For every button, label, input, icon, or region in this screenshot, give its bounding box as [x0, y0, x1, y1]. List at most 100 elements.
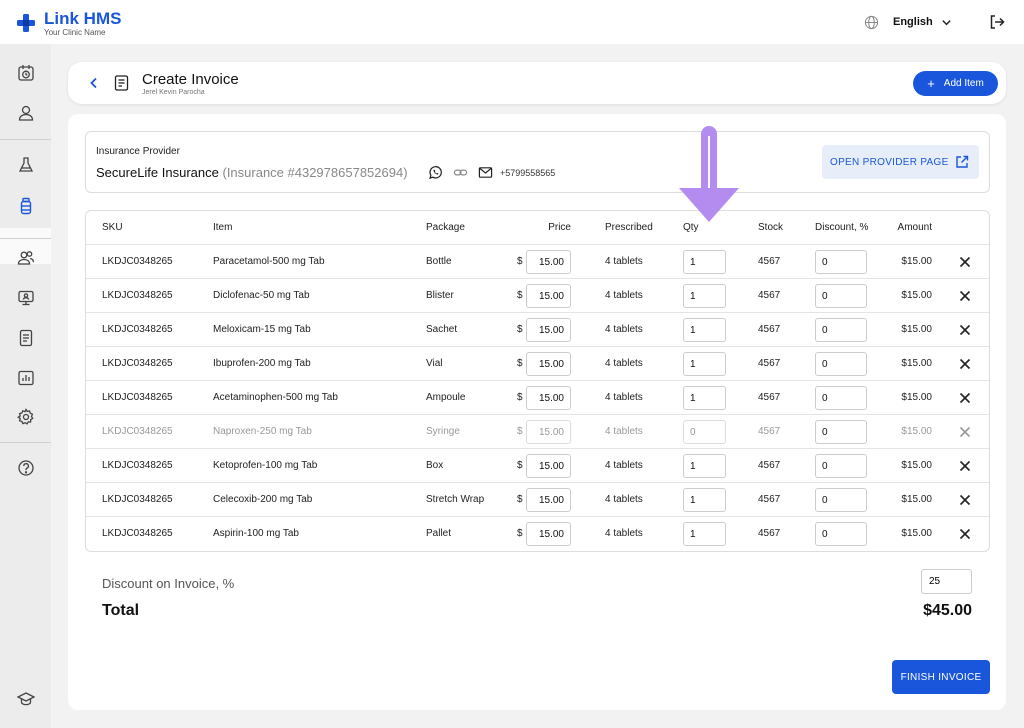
open-provider-label: OPEN PROVIDER PAGE — [830, 156, 949, 168]
users-icon[interactable] — [17, 249, 35, 267]
row-price-input[interactable] — [526, 420, 571, 444]
row-price-input[interactable] — [526, 318, 571, 342]
row-package: Box — [426, 460, 444, 471]
insurance-label: Insurance Provider — [96, 146, 180, 157]
row-qty-input[interactable] — [683, 352, 726, 376]
row-currency: $ — [517, 256, 523, 267]
row-discount-input[interactable] — [815, 284, 867, 308]
flask-icon[interactable] — [17, 156, 35, 174]
row-amount: $15.00 — [901, 392, 932, 403]
row-discount-input[interactable] — [815, 488, 867, 512]
insurance-provider-name: SecureLife Insurance — [96, 165, 219, 180]
logout-icon[interactable] — [989, 14, 1005, 30]
mail-icon[interactable] — [478, 165, 493, 180]
row-qty-input[interactable] — [683, 318, 726, 342]
row-discount-input[interactable] — [815, 522, 867, 546]
close-icon[interactable] — [959, 392, 971, 404]
row-item: Celecoxib-200 mg Tab — [213, 494, 313, 505]
row-qty-input[interactable] — [683, 488, 726, 512]
row-item: Naproxen-250 mg Tab — [213, 426, 312, 437]
row-price-input[interactable] — [526, 250, 571, 274]
column-header-amount: Amount — [897, 222, 932, 233]
invoice-discount-input[interactable] — [921, 569, 972, 594]
column-header-package: Package — [426, 222, 465, 233]
page-title: Create Invoice — [142, 71, 239, 88]
row-package: Ampoule — [426, 392, 466, 403]
row-amount: $15.00 — [901, 494, 932, 505]
row-price-input[interactable] — [526, 352, 571, 376]
row-stock: 4567 — [758, 528, 781, 539]
user-icon[interactable] — [17, 104, 35, 122]
row-qty-input[interactable] — [683, 250, 726, 274]
row-price-input[interactable] — [526, 488, 571, 512]
close-icon[interactable] — [959, 358, 971, 370]
row-discount-input[interactable] — [815, 386, 867, 410]
row-price-input[interactable] — [526, 386, 571, 410]
finish-invoice-button[interactable]: FINISH INVOICE — [892, 660, 990, 694]
insurance-provider-panel: Insurance Provider SecureLife Insurance … — [85, 131, 990, 193]
graduation-cap-icon[interactable] — [17, 690, 35, 708]
add-item-button[interactable]: + Add Item — [913, 71, 998, 96]
row-qty-input[interactable] — [683, 420, 726, 444]
row-stock: 4567 — [758, 392, 781, 403]
table-row: LKDJC0348265 Celecoxib-200 mg Tab Stretch … — [86, 483, 989, 517]
medicine-bottle-icon[interactable] — [17, 197, 35, 215]
app-logo[interactable]: Link HMS Your Clinic Name — [16, 10, 121, 37]
close-icon[interactable] — [959, 290, 971, 302]
invoice-discount-label: Discount on Invoice, % — [102, 576, 235, 591]
row-discount-input[interactable] — [815, 420, 867, 444]
app-subtitle: Your Clinic Name — [44, 28, 106, 37]
annotation-arrow-icon — [679, 126, 739, 222]
row-qty-input[interactable] — [683, 386, 726, 410]
row-discount-input[interactable] — [815, 454, 867, 478]
monitor-icon[interactable] — [17, 289, 35, 307]
table-row: LKDJC0348265 Meloxicam-15 mg Tab Sachet $4 … — [86, 313, 989, 347]
row-qty-input[interactable] — [683, 522, 726, 546]
invoice-items-table: SKU Item Package Price Prescribed Qty St… — [85, 210, 990, 552]
close-icon[interactable] — [959, 256, 971, 268]
close-icon[interactable] — [959, 528, 971, 540]
chart-icon[interactable] — [17, 369, 35, 387]
language-selector[interactable]: English — [893, 16, 933, 28]
gear-icon[interactable] — [17, 408, 35, 426]
row-price-input[interactable] — [526, 522, 571, 546]
close-icon[interactable] — [959, 324, 971, 336]
help-icon[interactable] — [17, 459, 35, 477]
row-item: Ketoprofen-100 mg Tab — [213, 460, 318, 471]
total-label: Total — [102, 602, 140, 619]
close-icon[interactable] — [959, 460, 971, 472]
globe-icon[interactable] — [864, 15, 879, 30]
row-amount: $15.00 — [901, 324, 932, 335]
row-sku: LKDJC0348265 — [102, 256, 173, 267]
row-price-input[interactable] — [526, 284, 571, 308]
document-icon[interactable] — [17, 329, 35, 347]
invoice-card: Insurance Provider SecureLife Insurance … — [68, 114, 1006, 710]
top-bar: Link HMS Your Clinic Name English — [0, 0, 1024, 44]
open-provider-page-button[interactable]: OPEN PROVIDER PAGE — [822, 145, 979, 179]
row-discount-input[interactable] — [815, 318, 867, 342]
back-chevron-icon[interactable] — [89, 77, 99, 89]
row-prescribed: 4 tablets — [605, 528, 643, 539]
row-prescribed: 4 tablets — [605, 290, 643, 301]
row-sku: LKDJC0348265 — [102, 494, 173, 505]
whatsapp-icon[interactable] — [428, 165, 443, 180]
table-row: LKDJC0348265 Ibuprofen-200 mg Tab Vial $4 t… — [86, 347, 989, 381]
row-sku: LKDJC0348265 — [102, 528, 173, 539]
row-qty-input[interactable] — [683, 454, 726, 478]
link-icon[interactable] — [453, 165, 468, 180]
table-row: LKDJC0348265 Diclofenac-50 mg Tab Blister $… — [86, 279, 989, 313]
row-item: Aspirin-100 mg Tab — [213, 528, 299, 539]
row-qty-input[interactable] — [683, 284, 726, 308]
row-discount-input[interactable] — [815, 250, 867, 274]
close-icon[interactable] — [959, 494, 971, 506]
calendar-clock-icon[interactable] — [17, 64, 35, 82]
invoice-icon — [114, 75, 129, 91]
page-subtitle: Jerel Kevin Parocha — [142, 89, 205, 96]
chevron-down-icon[interactable] — [941, 17, 952, 28]
row-discount-input[interactable] — [815, 352, 867, 376]
row-price-input[interactable] — [526, 454, 571, 478]
row-stock: 4567 — [758, 256, 781, 267]
close-icon[interactable] — [959, 426, 971, 438]
row-package: Blister — [426, 290, 454, 301]
row-amount: $15.00 — [901, 528, 932, 539]
